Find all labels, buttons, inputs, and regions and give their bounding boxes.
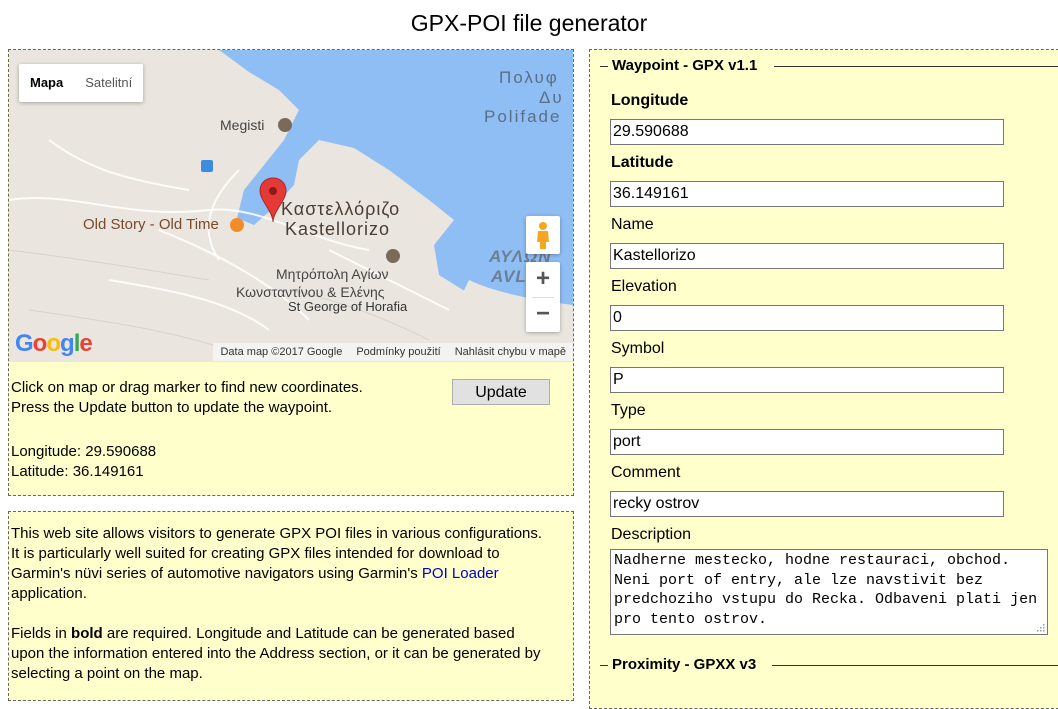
proximity-legend: Proximity - GPXX v3 [608, 656, 761, 673]
map-label: Καστελλόριζο [281, 199, 401, 219]
info-text: This web site allows visitors to generat… [11, 525, 543, 682]
type-input[interactable]: port [610, 429, 1004, 455]
zoom-control: + − [526, 262, 560, 332]
map-label: Polifade [484, 107, 562, 126]
map-label: Πολυφ [499, 68, 559, 87]
map-label: St George of Horafia [288, 299, 408, 314]
map-label: Δυ [539, 88, 564, 107]
description-textarea[interactable]: Nadherne mestecko, hodne restauraci, obc… [610, 549, 1048, 635]
zoom-out-button[interactable]: − [526, 297, 560, 332]
page-title: GPX-POI file generator [410, 10, 648, 36]
street-view-pegman-icon[interactable] [526, 216, 560, 254]
map-label: Κωνσταντίνου & Ελένης [236, 284, 385, 300]
description-label: Description [611, 526, 692, 543]
map-coordinates: Longitude: 29.590688 Latitude: 36.149161 [11, 442, 156, 482]
comment-label: Comment [611, 464, 681, 481]
longitude-readout: Longitude: 29.590688 [11, 443, 157, 460]
resize-grip-icon[interactable] [1035, 622, 1045, 632]
latitude-input[interactable]: 36.149161 [610, 181, 1004, 207]
map-type-satellite-button[interactable]: Satelitní [74, 64, 143, 102]
symbol-label: Symbol [611, 340, 665, 357]
latitude-label: Latitude [611, 154, 674, 171]
longitude-input[interactable]: 29.590688 [610, 119, 1004, 145]
comment-input[interactable]: recky ostrov [610, 491, 1004, 517]
map-canvas[interactable]: Mapa Satelitní Πολυφ Δυ Polifade Megisti… [9, 50, 573, 362]
map-label: Megisti [220, 117, 265, 133]
map-type-map-button[interactable]: Mapa [19, 64, 74, 102]
name-label: Name [611, 216, 654, 233]
poi-loader-link[interactable]: POI Loader [422, 565, 499, 582]
zoom-in-button[interactable]: + [526, 262, 560, 297]
elevation-label: Elevation [611, 278, 677, 295]
google-logo: Google [15, 330, 93, 357]
map-label: Kastellorizo [285, 219, 391, 239]
latitude-readout: Latitude: 36.149161 [11, 463, 144, 480]
symbol-input[interactable]: P [610, 367, 1004, 393]
map-attribution: Data map ©2017 Google Podmínky použití N… [213, 343, 573, 361]
elevation-input[interactable]: 0 [610, 305, 1004, 331]
attribution-data: Data map ©2017 Google [220, 346, 343, 358]
update-button[interactable]: Update [452, 379, 550, 405]
type-label: Type [611, 402, 646, 419]
attribution-terms-link[interactable]: Podmínky použití [349, 346, 447, 358]
map-type-control: Mapa Satelitní [19, 64, 144, 102]
map-label: Μητρόπολη Αγίων [276, 266, 389, 282]
waypoint-legend: Waypoint - GPX v1.1 [608, 57, 762, 74]
map-label: Old Story - Old Time [83, 216, 219, 233]
map-instructions: Click on map or drag marker to find new … [11, 379, 363, 416]
name-input[interactable]: Kastellorizo [610, 243, 1004, 269]
longitude-label: Longitude [611, 92, 689, 109]
attribution-report-link[interactable]: Nahlásit chybu v mapě [448, 346, 573, 358]
